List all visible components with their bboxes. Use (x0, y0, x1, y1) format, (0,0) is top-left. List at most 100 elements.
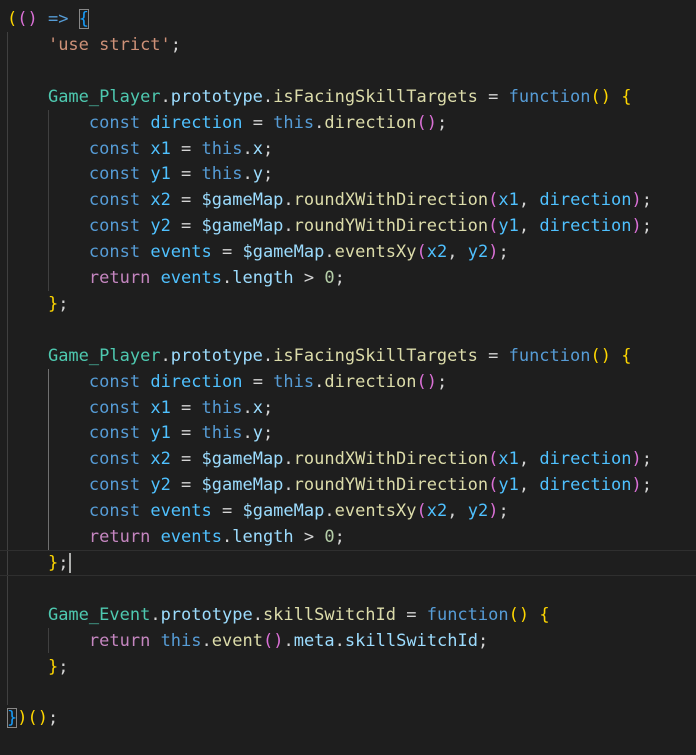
code-line[interactable]: }; (7, 654, 69, 680)
code-token: const (88, 216, 141, 237)
code-token: y2 (150, 475, 171, 496)
code-token: $gameMap (201, 475, 284, 496)
code-line[interactable]: const direction = this.direction(); (7, 110, 447, 136)
code-token: eventsXy (334, 242, 417, 263)
code-line[interactable]: }; (7, 550, 72, 576)
code-token: . (283, 449, 294, 470)
code-token: y2 (150, 216, 171, 237)
code-token: direction (539, 475, 632, 496)
code-token: ; (170, 34, 182, 55)
code-token: ( (488, 449, 499, 470)
code-token: . (314, 112, 325, 133)
code-line[interactable]: const x2 = $gameMap.roundXWithDirection(… (7, 446, 652, 472)
code-token: = (170, 164, 202, 185)
code-token: isFacingSkillTargets (273, 86, 478, 107)
code-token: $gameMap (201, 190, 284, 211)
code-token: direction (150, 371, 243, 392)
code-token: ( (416, 501, 427, 522)
code-line[interactable]: const x2 = $gameMap.roundXWithDirection(… (7, 187, 652, 213)
code-token: . (150, 604, 161, 625)
code-token: ) (631, 190, 642, 211)
code-token: length (232, 268, 294, 288)
code-token: { (78, 9, 89, 29)
code-token: ( (416, 371, 427, 392)
code-line[interactable]: 'use strict'; (7, 32, 181, 58)
code-token: > (293, 268, 325, 288)
code-line[interactable]: (() => { (7, 6, 89, 32)
code-token: = (170, 190, 202, 211)
code-line[interactable]: const direction = this.direction(); (7, 369, 447, 395)
code-token: { (621, 345, 632, 366)
code-token: direction (539, 190, 632, 211)
code-line[interactable]: return this.event().meta.skillSwitchId; (7, 628, 488, 654)
code-token: = (396, 604, 427, 625)
code-line[interactable]: const x1 = this.x; (7, 395, 273, 421)
code-line[interactable]: return events.length > 0; (7, 524, 345, 550)
code-token: . (160, 86, 171, 107)
code-token: } (47, 552, 59, 573)
code-token: ; (437, 112, 448, 133)
code-token: return (88, 630, 151, 651)
code-token: ; (262, 138, 274, 159)
code-line[interactable]: Game_Player.prototype.isFacingSkillTarge… (7, 343, 632, 369)
code-token: ( (262, 630, 274, 651)
code-token: ( (7, 9, 18, 29)
code-token: } (7, 708, 18, 729)
code-line[interactable]: const y2 = $gameMap.roundYWithDirection(… (7, 213, 652, 239)
code-line[interactable]: const events = $gameMap.eventsXy(x2, y2)… (7, 239, 509, 265)
code-line[interactable]: const x1 = this.x; (7, 136, 273, 162)
code-line[interactable]: const y2 = $gameMap.roundYWithDirection(… (7, 472, 652, 498)
code-token: direction (539, 449, 632, 470)
code-token: . (324, 242, 335, 263)
code-token: ; (262, 164, 274, 185)
code-token: x1 (498, 190, 519, 211)
text-cursor (69, 552, 72, 573)
code-token: ; (334, 527, 345, 547)
code-token: . (242, 138, 253, 159)
code-token: , (518, 449, 540, 470)
code-token: ; (641, 216, 652, 237)
code-line[interactable]: Game_Event.prototype.skillSwitchId = fun… (7, 602, 550, 628)
code-token: ( (27, 708, 38, 729)
code-token: direction (324, 112, 417, 133)
code-token: ) (488, 501, 499, 522)
code-line[interactable]: const y1 = this.y; (7, 161, 273, 187)
code-token: prototype (160, 604, 253, 625)
code-token: events (150, 242, 212, 263)
code-token: x (252, 138, 263, 159)
code-token: ) (600, 345, 611, 366)
code-token: isFacingSkillTargets (273, 345, 478, 366)
code-token: this (160, 630, 202, 651)
code-token: prototype (170, 86, 263, 107)
code-line[interactable]: const y1 = this.y; (7, 420, 273, 446)
code-token: => (48, 9, 69, 29)
code-token: prototype (170, 345, 263, 366)
code-line[interactable]: }; (7, 291, 69, 317)
code-token: 'use strict' (47, 34, 171, 55)
code-token: this (273, 371, 315, 392)
code-editor[interactable]: (() => { 'use strict'; Game_Player.proto… (0, 0, 696, 755)
code-token: event (211, 630, 263, 651)
code-token: = (170, 449, 202, 470)
code-line[interactable]: })(); (7, 705, 58, 731)
code-token: ( (488, 475, 499, 496)
code-line[interactable]: const events = $gameMap.eventsXy(x2, y2)… (7, 498, 509, 524)
code-token: x1 (150, 138, 171, 159)
code-token: = (242, 371, 274, 392)
code-token: y (252, 423, 263, 444)
code-token: } (47, 293, 59, 314)
code-line[interactable]: Game_Player.prototype.isFacingSkillTarge… (7, 84, 632, 110)
code-token: . (252, 604, 263, 625)
code-token: ) (600, 86, 611, 107)
code-token: const (88, 475, 141, 496)
code-line[interactable]: return events.length > 0; (7, 265, 345, 291)
